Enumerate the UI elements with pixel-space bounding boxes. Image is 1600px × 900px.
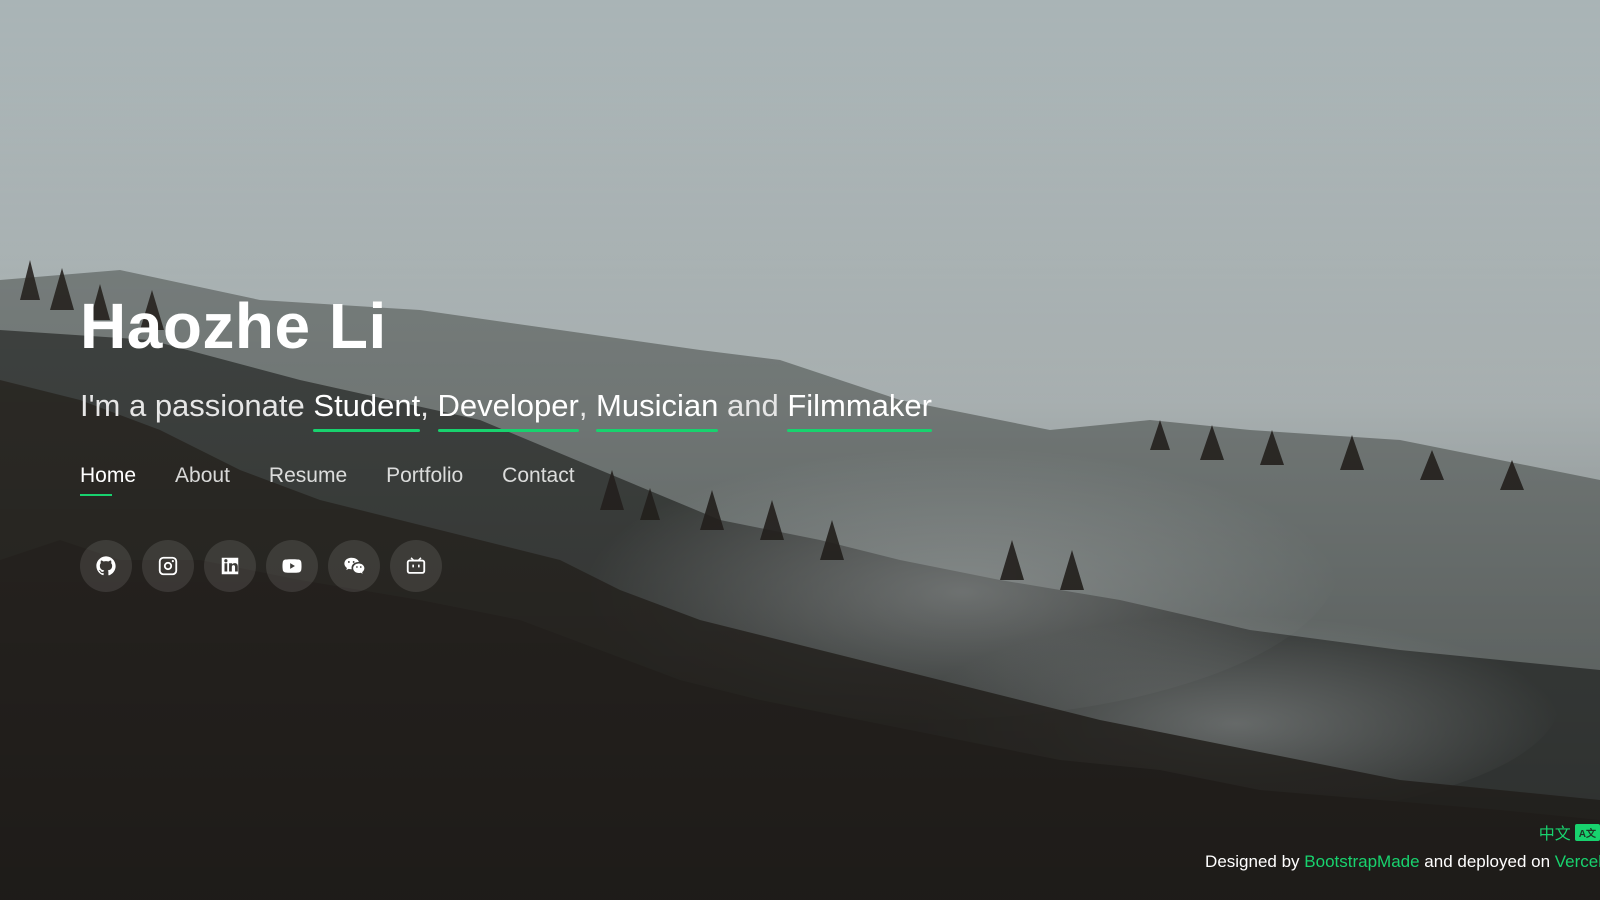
nav-resume[interactable]: Resume <box>269 464 347 496</box>
translate-icon: A文 <box>1574 823 1600 841</box>
github-icon <box>96 556 116 576</box>
page-title: Haozhe Li <box>80 290 387 362</box>
footer-credits: Designed by BootstrapMade and deployed o… <box>1205 852 1600 872</box>
bootstrapmade-link[interactable]: BootstrapMade <box>1304 852 1419 871</box>
tagline-prefix: I'm a passionate <box>80 388 314 423</box>
linkedin-icon <box>221 557 239 575</box>
nav-portfolio[interactable]: Portfolio <box>386 464 463 496</box>
wechat-icon <box>344 557 365 574</box>
language-switcher[interactable]: 中文 A文 <box>1539 820 1600 844</box>
tagline-separator: , <box>578 388 597 423</box>
main-nav: Home About Resume Portfolio Contact <box>80 464 932 496</box>
github-link[interactable] <box>80 540 132 592</box>
instagram-link[interactable] <box>142 540 194 592</box>
instagram-icon <box>158 556 178 576</box>
hero-content: Haozhe Li I'm a passionate Student, Deve… <box>80 280 932 592</box>
hero-section: Haozhe Li I'm a passionate Student, Deve… <box>0 0 1600 900</box>
wechat-link[interactable] <box>328 540 380 592</box>
role-student: Student <box>313 388 421 432</box>
credits-prefix: Designed by <box>1205 852 1305 871</box>
tagline: I'm a passionate Student, Developer, Mus… <box>80 388 932 432</box>
youtube-link[interactable] <box>266 540 318 592</box>
vercel-link[interactable]: Vercel <box>1555 852 1600 871</box>
nav-contact[interactable]: Contact <box>502 464 574 496</box>
nav-home[interactable]: Home <box>80 464 136 496</box>
tagline-separator: , <box>420 388 438 423</box>
nav-about[interactable]: About <box>175 464 230 496</box>
role-developer: Developer <box>437 388 580 432</box>
social-links <box>80 540 932 592</box>
linkedin-link[interactable] <box>204 540 256 592</box>
credits-middle: and deployed on <box>1419 852 1555 871</box>
role-musician: Musician <box>596 388 719 432</box>
tagline-separator: and <box>718 388 788 423</box>
bilibili-icon <box>406 557 426 574</box>
language-label: 中文 <box>1538 826 1571 843</box>
bilibili-link[interactable] <box>390 540 442 592</box>
role-filmmaker: Filmmaker <box>787 388 932 432</box>
youtube-icon <box>282 559 302 573</box>
